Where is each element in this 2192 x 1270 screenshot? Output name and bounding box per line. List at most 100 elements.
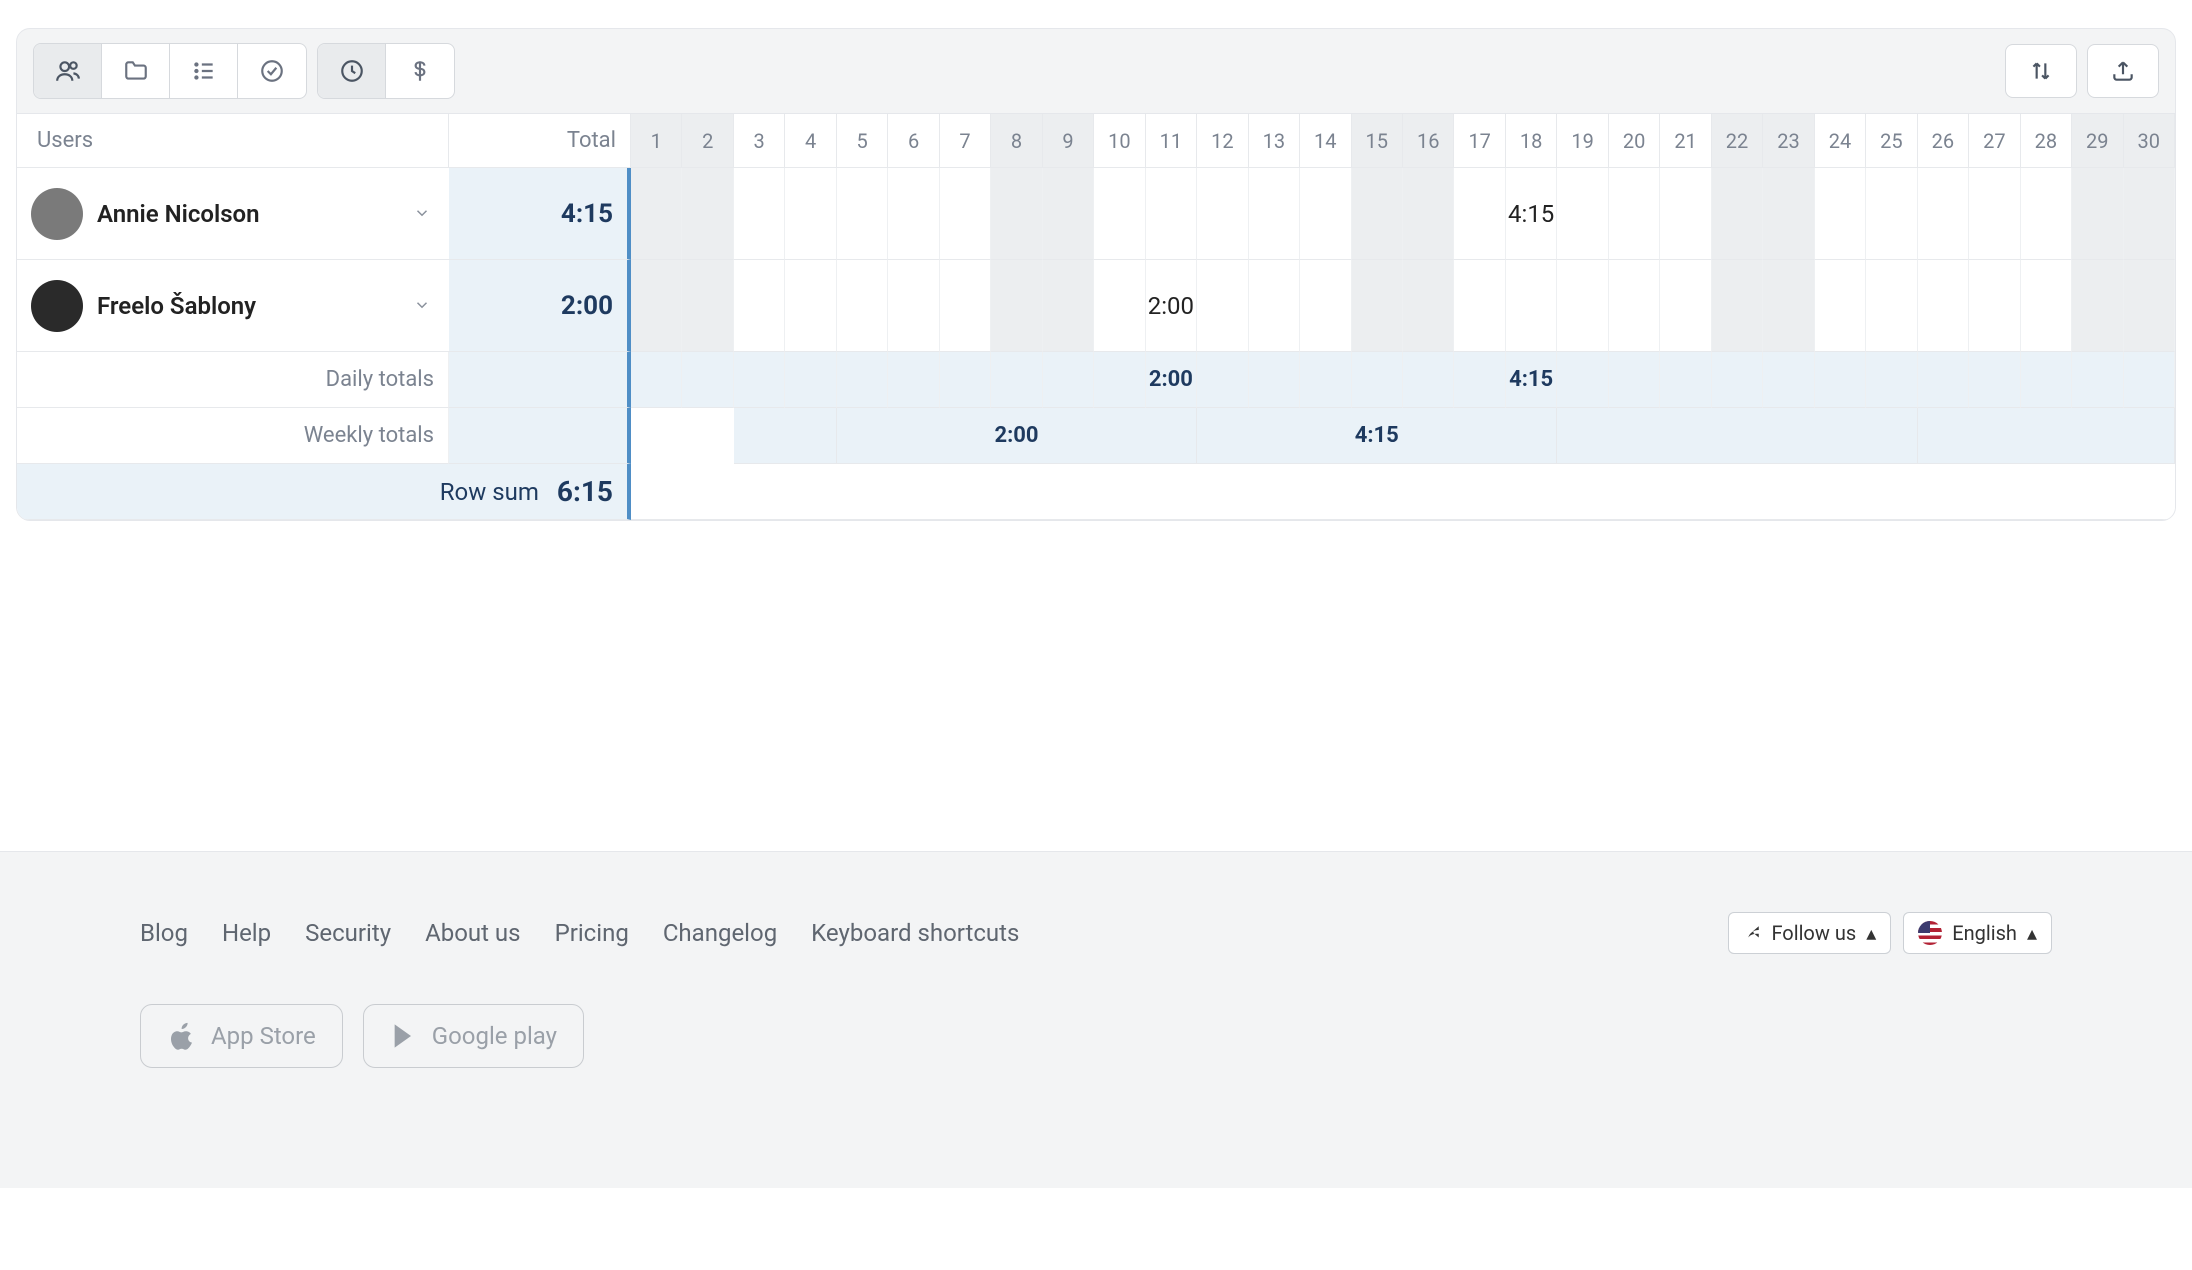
user-day-cell[interactable] [1043,260,1094,352]
user-day-cell[interactable] [631,168,682,260]
footer-link-security[interactable]: Security [305,919,391,947]
user-day-cell[interactable] [1609,260,1660,352]
row-sum-rest [631,464,2175,520]
user-day-cell[interactable] [1403,260,1454,352]
user-day-cell[interactable] [785,260,836,352]
user-day-cell[interactable] [1454,168,1505,260]
daily-total-cell [1043,352,1094,408]
user-day-cell[interactable]: 4:15 [1506,168,1557,260]
folder-icon [123,58,149,84]
user-day-cell[interactable] [1557,168,1608,260]
user-day-cell[interactable] [2124,168,2175,260]
day-header-26: 26 [1918,114,1969,168]
user-day-cell[interactable] [1197,260,1248,352]
user-day-cell[interactable] [1249,168,1300,260]
user-day-cell[interactable] [2021,260,2072,352]
user-row-name[interactable]: Freelo Šablony [17,260,449,352]
user-day-cell[interactable] [1815,260,1866,352]
user-day-cell[interactable] [1249,260,1300,352]
user-day-cell[interactable] [1043,168,1094,260]
footer-link-changelog[interactable]: Changelog [663,919,777,947]
user-day-cell[interactable] [1969,260,2020,352]
user-day-cell[interactable] [888,260,939,352]
money-view-button[interactable] [386,44,454,98]
user-day-cell[interactable] [1918,168,1969,260]
user-row-name[interactable]: Annie Nicolson [17,168,449,260]
user-day-cell[interactable] [1300,168,1351,260]
user-day-cell[interactable] [1815,168,1866,260]
dollar-icon [407,58,433,84]
user-day-cell[interactable] [2124,260,2175,352]
export-button[interactable] [2087,44,2159,98]
user-day-cell[interactable] [940,260,991,352]
user-day-cell[interactable] [2021,168,2072,260]
user-day-cell[interactable] [1712,168,1763,260]
user-day-cell[interactable] [1557,260,1608,352]
user-day-cell[interactable] [1763,168,1814,260]
user-day-cell[interactable] [1454,260,1505,352]
time-view-button[interactable] [318,44,386,98]
projects-view-button[interactable] [102,44,170,98]
user-day-cell[interactable] [940,168,991,260]
user-day-cell[interactable] [1094,168,1145,260]
daily-total-cell [1454,352,1505,408]
user-day-cell[interactable] [888,168,939,260]
user-day-cell[interactable] [1763,260,1814,352]
user-day-cell[interactable] [1866,260,1917,352]
daily-total-cell [1660,352,1711,408]
user-day-cell[interactable] [1660,260,1711,352]
view-group-1 [33,43,307,99]
user-day-cell[interactable] [1146,168,1197,260]
user-row-total: 2:00 [449,260,631,352]
user-day-cell[interactable] [785,168,836,260]
user-day-cell[interactable] [1969,168,2020,260]
daily-total-cell [1866,352,1917,408]
user-day-cell[interactable] [1609,168,1660,260]
language-dropdown[interactable]: English ▴ [1903,912,2052,954]
footer-link-pricing[interactable]: Pricing [555,919,629,947]
day-header-18: 18 [1506,114,1557,168]
user-day-cell[interactable] [2072,168,2123,260]
user-day-cell[interactable] [837,168,888,260]
chevron-down-icon[interactable] [413,292,431,320]
user-day-cell[interactable] [1506,260,1557,352]
user-day-cell[interactable] [1403,168,1454,260]
day-header-5: 5 [837,114,888,168]
user-day-cell[interactable] [991,168,1042,260]
user-day-cell[interactable] [734,260,785,352]
user-day-cell[interactable] [631,260,682,352]
google-play-button[interactable]: Google play [363,1004,584,1068]
user-day-cell[interactable] [1866,168,1917,260]
user-day-cell[interactable] [682,260,733,352]
chevron-down-icon[interactable] [413,200,431,228]
day-header-12: 12 [1197,114,1248,168]
user-day-cell[interactable] [682,168,733,260]
user-day-cell[interactable] [837,260,888,352]
app-store-button[interactable]: App Store [140,1004,343,1068]
user-day-cell[interactable] [2072,260,2123,352]
users-view-button[interactable] [34,44,102,98]
tasks-view-button[interactable] [238,44,306,98]
user-day-cell[interactable] [1197,168,1248,260]
user-day-cell[interactable] [1300,260,1351,352]
user-day-cell[interactable] [1094,260,1145,352]
user-day-cell[interactable]: 2:00 [1146,260,1197,352]
user-day-cell[interactable] [1918,260,1969,352]
footer-link-help[interactable]: Help [222,919,271,947]
daily-total-cell [1918,352,1969,408]
user-day-cell[interactable] [1712,260,1763,352]
list-icon [191,58,217,84]
user-day-cell[interactable] [991,260,1042,352]
user-day-cell[interactable] [1352,168,1403,260]
user-row-total: 4:15 [449,168,631,260]
day-header-11: 11 [1146,114,1197,168]
footer-link-keyboard-shortcuts[interactable]: Keyboard shortcuts [811,919,1019,947]
follow-us-dropdown[interactable]: Follow us ▴ [1728,912,1891,954]
user-day-cell[interactable] [734,168,785,260]
footer-link-blog[interactable]: Blog [140,919,188,947]
user-day-cell[interactable] [1660,168,1711,260]
sort-button[interactable] [2005,44,2077,98]
list-view-button[interactable] [170,44,238,98]
footer-link-about-us[interactable]: About us [425,919,520,947]
user-day-cell[interactable] [1352,260,1403,352]
